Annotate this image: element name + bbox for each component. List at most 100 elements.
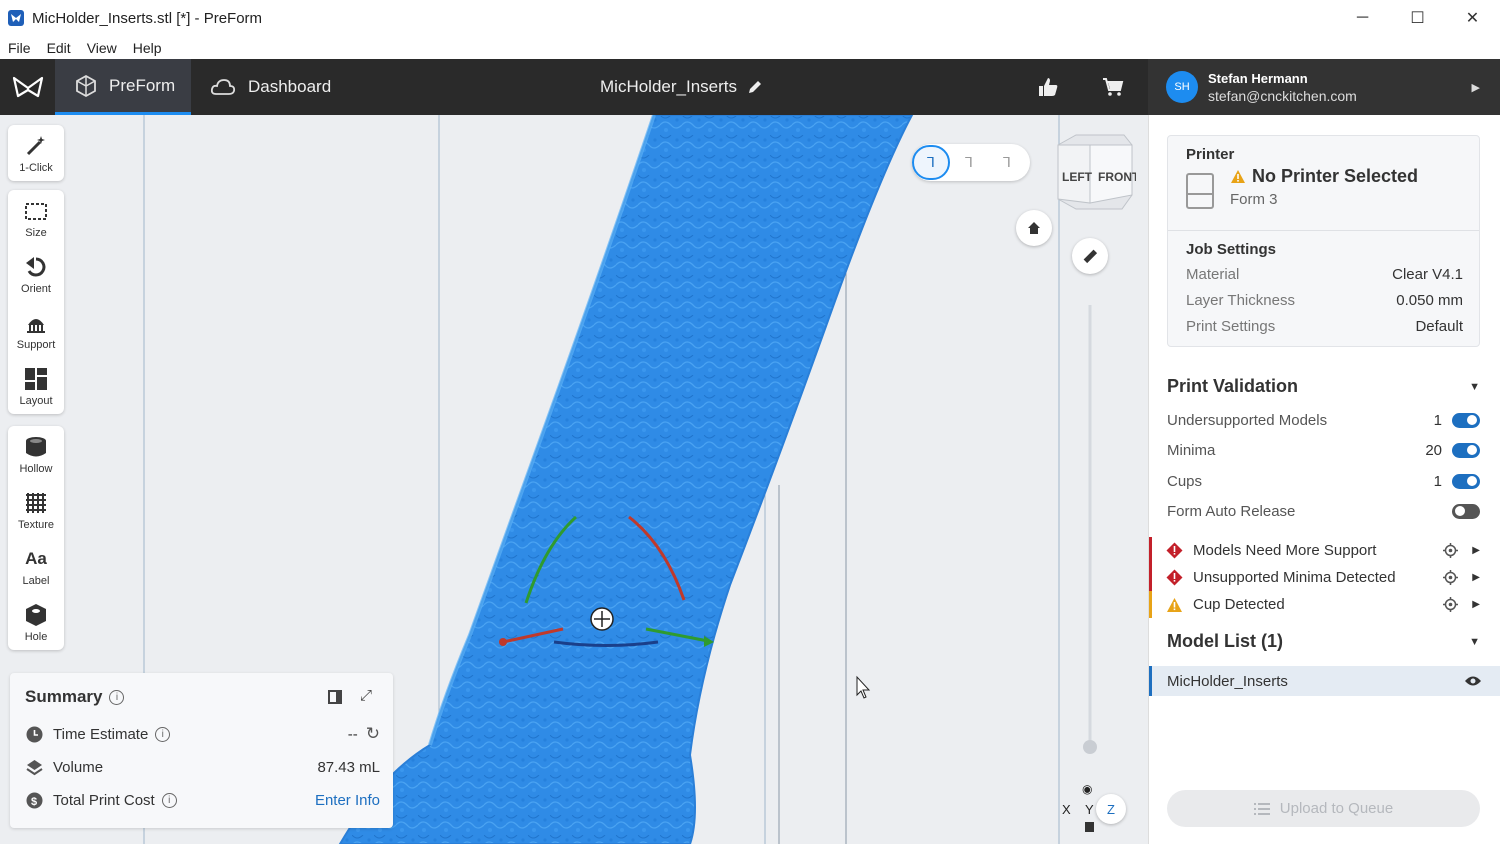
tool-size[interactable]: Size [8, 190, 64, 246]
job-name-text: MicHolder_Inserts [600, 77, 737, 96]
tool-support[interactable]: Support [8, 302, 64, 358]
info-icon[interactable]: i [155, 726, 171, 742]
chevron-down-icon[interactable]: ▼ [1469, 381, 1480, 393]
summary-header: Summary i [25, 687, 125, 707]
account-name: Stefan Hermann [1208, 70, 1308, 86]
toggle-cups[interactable] [1452, 473, 1480, 489]
expand-icon[interactable]: ⤢ [360, 687, 372, 704]
view-mode-supports[interactable]: ⅂ [950, 145, 988, 180]
toolbar-group-prepare: Size Orient Support Layout [8, 190, 64, 414]
axis-x-label: X [1062, 802, 1071, 817]
issue-models-need-support[interactable]: Models Need More Support ▶ [1149, 537, 1500, 564]
menu-view[interactable]: View [87, 40, 117, 56]
tool-orient[interactable]: Orient [8, 246, 64, 302]
chevron-down-icon[interactable]: ▼ [1469, 636, 1480, 648]
cart-icon[interactable] [1101, 75, 1125, 99]
issue-models-need-support-label: Models Need More Support [1193, 542, 1377, 559]
close-button[interactable]: ✕ [1445, 0, 1500, 36]
toggle-auto-release[interactable] [1452, 503, 1480, 519]
axis-z-button[interactable]: Z [1096, 794, 1126, 824]
info-icon[interactable]: i [161, 792, 177, 808]
validation-minima-count: 20 [1425, 441, 1442, 459]
window-title: MicHolder_Inserts.stl [*] - PreForm [32, 9, 263, 27]
account-menu[interactable]: SH Stefan Hermann stefan@cnckitchen.com … [1148, 59, 1500, 115]
validation-row-auto-release: Form Auto Release [1167, 500, 1480, 522]
error-icon [1166, 542, 1183, 559]
tab-dashboard[interactable]: Dashboard [210, 59, 350, 115]
refresh-icon[interactable]: ↻ [366, 724, 380, 744]
model-list-header[interactable]: Model List (1) ▼ [1167, 631, 1480, 652]
tool-orient-label: Orient [21, 282, 51, 295]
hole-icon [23, 602, 49, 628]
tool-hole[interactable]: Hole [8, 594, 64, 650]
tool-1-click-label: 1-Click [19, 161, 53, 174]
tool-texture[interactable]: Texture [8, 482, 64, 538]
summary-row-cost: $ Total Print Cost i Enter Info [25, 788, 380, 812]
issue-unsupported-minima[interactable]: Unsupported Minima Detected ▶ [1149, 564, 1500, 591]
orient-icon [23, 254, 49, 280]
plane-icon [1085, 822, 1094, 832]
view-mode-slice[interactable]: ⅂ [988, 145, 1026, 180]
print-validation-header[interactable]: Print Validation ▼ [1167, 376, 1480, 397]
chevron-right-icon[interactable]: ▶ [1472, 599, 1480, 610]
chevron-right-icon[interactable]: ▶ [1472, 572, 1480, 583]
job-name[interactable]: MicHolder_Inserts [600, 59, 763, 115]
title-bar: MicHolder_Inserts.stl [*] - PreForm ─ ☐ … [0, 0, 1500, 36]
pencil-icon[interactable] [747, 79, 763, 95]
tool-texture-label: Texture [17, 518, 55, 531]
clock-icon [25, 725, 43, 743]
chevron-right-icon[interactable]: ▶ [1472, 81, 1480, 94]
job-settings-label: Job Settings [1186, 241, 1277, 258]
formlabs-logo-icon[interactable] [0, 59, 55, 115]
target-icon[interactable] [1443, 543, 1459, 558]
view-mode-solid[interactable]: ⅂ [912, 145, 950, 180]
right-panel: Printer No Printer Selected Form 3 Job S… [1148, 115, 1500, 844]
minimize-button[interactable]: ─ [1335, 0, 1390, 36]
printer-card[interactable]: Printer No Printer Selected Form 3 Job S… [1167, 135, 1480, 347]
tab-preform[interactable]: PreForm [55, 59, 191, 115]
measure-button[interactable] [1072, 238, 1108, 274]
tool-layout[interactable]: Layout [8, 358, 64, 414]
issue-cup-detected[interactable]: Cup Detected ▶ [1149, 591, 1500, 618]
maximize-button[interactable]: ☐ [1390, 0, 1445, 36]
tool-label-label: Label [22, 574, 50, 587]
tool-1-click[interactable]: 1-Click [8, 125, 64, 181]
support-icon [23, 310, 49, 336]
account-email: stefan@cnckitchen.com [1208, 87, 1357, 104]
tool-label[interactable]: Aa Label [8, 538, 64, 594]
view-cube[interactable]: LEFT FRONT [1046, 133, 1136, 213]
target-icon[interactable] [1443, 570, 1459, 585]
job-row-material: Material Clear V4.1 [1186, 266, 1463, 283]
enter-info-link[interactable]: Enter Info [315, 792, 380, 809]
model-list-item[interactable]: MicHolder_Inserts [1149, 666, 1500, 696]
axis-widget[interactable]: ◉ X Y Z [1056, 780, 1128, 840]
cloud-icon [210, 77, 236, 97]
menu-edit[interactable]: Edit [47, 40, 71, 56]
printer-icon [1186, 173, 1214, 209]
eye-icon[interactable] [1464, 675, 1482, 687]
toggle-undersupported[interactable] [1452, 412, 1480, 428]
home-icon [1028, 222, 1040, 234]
toolbar-group-oneclick: 1-Click [8, 125, 64, 181]
validation-cups-count: 1 [1433, 472, 1442, 490]
menu-help[interactable]: Help [133, 40, 162, 56]
chevron-right-icon[interactable]: ▶ [1472, 545, 1480, 556]
tool-hollow[interactable]: Hollow [8, 426, 64, 482]
validation-cups-label: Cups [1167, 472, 1203, 490]
thumbs-up-icon[interactable] [1036, 75, 1060, 99]
menu-bar: File Edit View Help [0, 36, 1500, 59]
upload-to-queue-button[interactable]: Upload to Queue [1167, 790, 1480, 827]
toggle-minima[interactable] [1452, 442, 1480, 458]
info-icon[interactable]: i [109, 689, 125, 705]
ruler-icon [1083, 249, 1098, 264]
target-icon[interactable] [1443, 597, 1459, 612]
menu-file[interactable]: File [8, 40, 31, 56]
summary-time-value: -- [347, 725, 358, 743]
home-view-button[interactable] [1016, 210, 1052, 246]
dock-panel-icon[interactable] [328, 690, 342, 704]
preform-icon [75, 74, 97, 98]
summary-title: Summary [25, 687, 103, 706]
app-icon [8, 10, 24, 26]
layout-icon [23, 366, 49, 392]
issue-unsupported-minima-label: Unsupported Minima Detected [1193, 569, 1396, 586]
